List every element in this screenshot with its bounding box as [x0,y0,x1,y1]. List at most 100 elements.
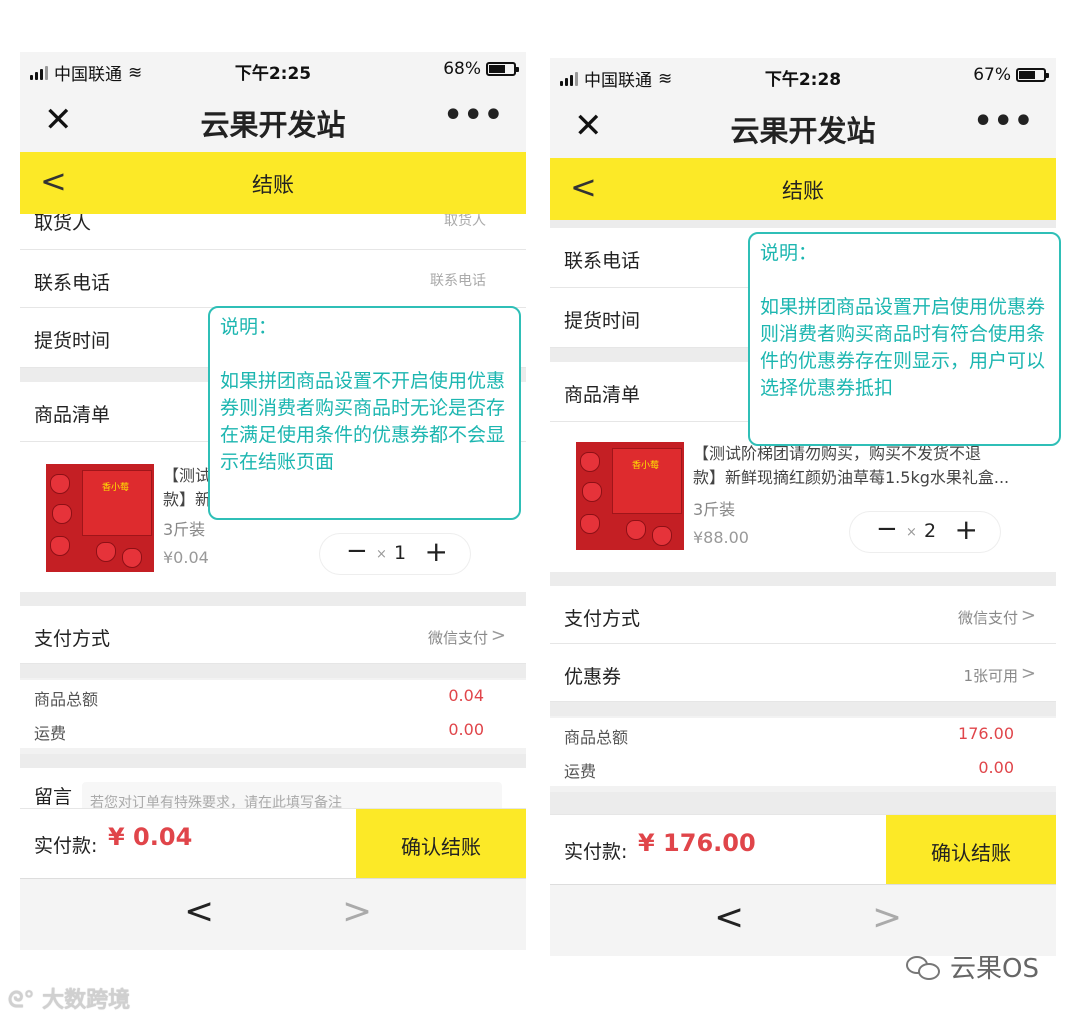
product-price: ¥0.04 [163,548,209,567]
section-divider [550,702,1056,716]
battery-icon [1016,68,1049,82]
checkout-header: < 结账 [20,152,526,214]
callout-title: 说明： [760,242,818,264]
phone-screen-right: 中国联通 ≋ 下午2:28 67% ✕ 云果开发站 ••• < 结账 联系电话 … [550,58,1056,956]
quantity-stepper: − × 2 + [850,512,1000,552]
subtotal-value: 0.04 [448,686,484,705]
subtotal-label: 商品总额 [564,728,629,747]
product-spec: 3斤装 [163,520,206,539]
payment-label: 支付方式 [564,608,641,630]
shipping-label: 运费 [34,724,67,743]
pickup-time-label: 提货时间 [564,310,641,332]
battery-icon [486,62,519,76]
nav-back-icon[interactable]: < [184,891,214,932]
screenshot-canvas: 中国联通 ≋ 下午2:25 68% ✕ 云果开发站 ••• < 结账 取货人 取… [0,0,1080,1016]
subtotal-row: 商品总额 176.00 [550,718,1056,752]
phone-label: 联系电话 [34,272,111,294]
section-divider [20,664,526,678]
items-label: 商品清单 [34,404,111,426]
annotation-callout-right: 说明： 如果拼团商品设置开启使用优惠券则消费者购买商品时有符合使用条件的优惠券存… [748,232,1061,446]
payment-value: 微信支付 [427,629,488,647]
checkout-footer: 实付款: ¥ 176.00 确认结账 [550,814,1056,885]
section-divider [550,572,1056,586]
nav-back-icon[interactable]: < [714,897,744,938]
total-label: 实付款: [564,841,628,863]
subtotal-row: 商品总额 0.04 [20,680,526,714]
watermark-right: 云果OS [904,948,1039,985]
pickup-time-label: 提货时间 [34,330,111,352]
section-divider [20,592,526,606]
receiver-label: 取货人 [34,214,92,234]
status-bar: 中国联通 ≋ 下午2:28 67% [550,58,1056,94]
coupon-label: 优惠券 [564,666,622,688]
decrease-button[interactable]: − [876,514,898,544]
section-divider [550,792,1056,814]
watermark-left: ᘓ° 大数跨境 [8,988,131,1013]
note-label: 留言 [34,786,73,808]
section-divider [20,754,526,768]
product-name: 【测试 款】新 [163,466,212,509]
battery-percent: 68% [443,59,481,79]
increase-button[interactable]: + [425,535,448,568]
more-menu-icon[interactable]: ••• [973,104,1034,139]
confirm-checkout-button[interactable]: 确认结账 [886,815,1056,885]
phone-label: 联系电话 [564,250,641,272]
shipping-label: 运费 [564,762,597,781]
total-amount: ¥ 176.00 [638,829,756,857]
shipping-value: 0.00 [978,758,1014,777]
checkout-header: < 结账 [550,158,1056,220]
receiver-row[interactable]: 取货人 取货人 [20,214,526,250]
total-label: 实付款: [34,835,98,857]
phone-row[interactable]: 联系电话 联系电话 [20,250,526,308]
chevron-right-icon: > [490,625,506,646]
section-divider [550,220,1056,228]
note-input[interactable]: 若您对订单有特殊要求，请在此填写备注 [82,782,502,808]
subtotal-label: 商品总额 [34,690,99,709]
shipping-value: 0.00 [448,720,484,739]
nav-forward-icon[interactable]: > [342,891,372,932]
payment-label: 支付方式 [34,628,111,650]
weibo-icon: ᘓ° [8,988,35,1013]
coupon-row[interactable]: 优惠券 1张可用 > [550,644,1056,702]
chevron-right-icon: > [1020,663,1036,684]
quantity-value: 1 [394,542,407,564]
product-price: ¥88.00 [693,528,749,547]
total-amount: ¥ 0.04 [108,823,193,851]
phone-input[interactable]: 联系电话 [430,270,486,290]
wechat-icon [904,952,944,982]
callout-body: 如果拼团商品设置开启使用优惠券则消费者购买商品时有符合使用条件的优惠券存在则显示… [760,296,1046,399]
product-spec: 3斤装 [693,500,736,519]
items-label: 商品清单 [564,384,641,406]
status-bar: 中国联通 ≋ 下午2:25 68% [20,52,526,88]
quantity-value: 2 [924,520,937,542]
product-name: 【测试阶梯团请勿购买，购买不发货不退 款】新鲜现摘红颜奶油草莓1.5kg水果礼盒… [693,444,1010,487]
payment-value: 微信支付 [957,609,1018,627]
shipping-row: 运费 0.00 [550,752,1056,786]
increase-button[interactable]: + [955,513,978,546]
battery-percent: 67% [973,65,1011,85]
more-menu-icon[interactable]: ••• [443,98,504,133]
callout-title: 说明： [220,316,278,338]
chevron-right-icon: > [1020,605,1036,626]
annotation-callout-left: 说明： 如果拼团商品设置不开启使用优惠券则消费者购买商品时无论是否存在满足使用条… [208,306,521,520]
browser-navbar: < > [20,878,526,950]
subtotal-value: 176.00 [958,724,1014,743]
payment-method-row[interactable]: 支付方式 微信支付 > [550,586,1056,644]
mini-program-titlebar: ✕ 云果开发站 ••• [550,94,1056,158]
page-title: 结账 [782,179,824,203]
mini-program-titlebar: ✕ 云果开发站 ••• [20,88,526,152]
receiver-input[interactable]: 取货人 [444,214,486,230]
callout-body: 如果拼团商品设置不开启使用优惠券则消费者购买商品时无论是否存在满足使用条件的优惠… [220,370,506,473]
browser-navbar: < > [550,884,1056,956]
page-title: 结账 [252,173,294,197]
product-image: 香小莓 [576,442,684,550]
product-image: 香小莓 [46,464,154,572]
shipping-row: 运费 0.00 [20,714,526,748]
confirm-checkout-button[interactable]: 确认结账 [356,809,526,879]
nav-forward-icon[interactable]: > [872,897,902,938]
checkout-footer: 实付款: ¥ 0.04 确认结账 [20,808,526,879]
note-row: 留言 若您对订单有特殊要求，请在此填写备注 [20,768,526,808]
decrease-button[interactable]: − [346,536,368,566]
payment-method-row[interactable]: 支付方式 微信支付 > [20,606,526,664]
quantity-stepper: − × 1 + [320,534,470,574]
